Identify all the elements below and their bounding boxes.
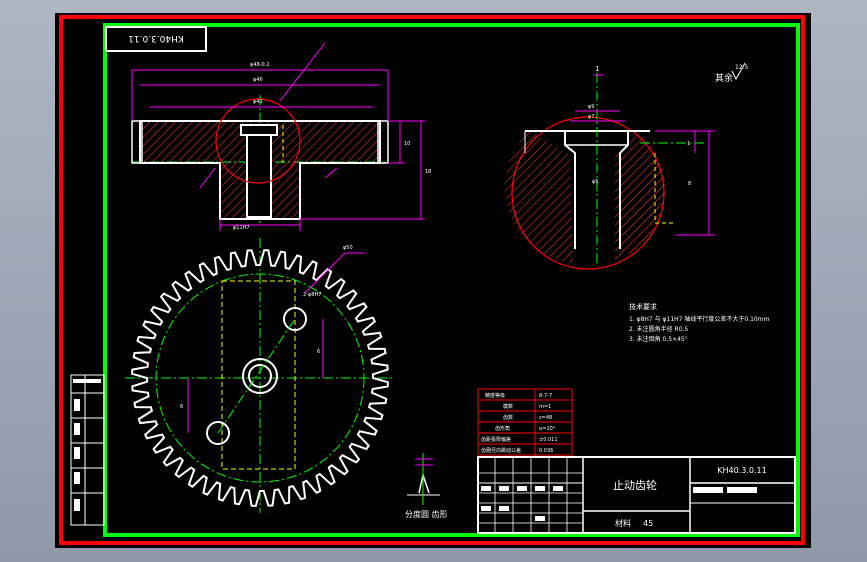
title-part-name: 止动齿轮	[613, 478, 657, 492]
outer-frame	[59, 15, 805, 545]
title-drawing-number: KH40.3.0.11	[717, 466, 766, 475]
section-marker-label: 1	[595, 65, 599, 73]
tech-requirements-title: 技术要求	[629, 302, 657, 311]
svg-text:2-φ8H7: 2-φ8H7	[303, 292, 321, 298]
tech-requirement-2: 2. 未注圆角半径 R0.5	[629, 325, 688, 333]
svg-text:φ41: φ41	[253, 99, 263, 105]
title-material-label: 材料	[615, 518, 631, 528]
svg-text:10: 10	[404, 141, 410, 147]
param-label-pitch-tol: 齿距极限偏差	[481, 436, 511, 443]
param-label-runout: 齿圈径向跳动公差	[481, 447, 521, 454]
svg-text:φ46: φ46	[253, 77, 263, 83]
param-value-runout: 0.036	[539, 448, 553, 454]
svg-text:φ9: φ9	[588, 104, 594, 110]
svg-text:6: 6	[180, 404, 183, 410]
param-label-precision: 精度等级	[485, 392, 505, 399]
title-block: 止动齿轮 KH40.3.0.11 材料 45	[477, 456, 796, 534]
param-label-module: 模数	[503, 403, 513, 410]
svg-text:φ5: φ5	[592, 179, 598, 185]
inner-frame	[103, 23, 800, 537]
param-value-module: m=1	[539, 404, 551, 410]
svg-text:φ7: φ7	[588, 114, 594, 120]
param-value-pitch-tol: ±0.011	[539, 437, 558, 443]
param-value-angle: α=20°	[539, 426, 556, 432]
param-value-precision: 8-7-7	[539, 393, 552, 399]
cad-drawing: KH40.3.0.11 φ48-0.2 φ46 φ41 φ11H7 10 18 …	[59, 15, 805, 545]
svg-text:1: 1	[687, 141, 690, 147]
svg-text:φ48-0.2: φ48-0.2	[250, 62, 269, 68]
svg-text:18: 18	[425, 169, 431, 175]
drawing-number-box-text: KH40.3.0.11	[128, 33, 184, 43]
roughness-other-label: 其余	[715, 72, 733, 84]
param-label-angle: 齿形角	[495, 425, 510, 432]
technical-requirements: 技术要求 1. φ8H7 与 φ11H7 轴线平行度公差不大于0.10mm 2.…	[629, 302, 770, 343]
svg-text:φ11H7: φ11H7	[233, 225, 250, 231]
roughness-value: 12.5	[735, 64, 749, 71]
tech-requirement-1: 1. φ8H7 与 φ11H7 轴线平行度公差不大于0.10mm	[629, 315, 770, 323]
svg-text:6: 6	[317, 349, 320, 355]
drawing-sheet: KH40.3.0.11 φ48-0.2 φ46 φ41 φ11H7 10 18 …	[55, 13, 811, 548]
tooth-profile-label: 分度圆 齿形	[405, 509, 448, 519]
param-label-teeth: 齿数	[503, 414, 513, 421]
detail-view: 1 φ9 φ7 φ5 1 8	[504, 65, 715, 270]
tooth-profile-detail: 分度圆 齿形	[405, 453, 448, 519]
tech-requirement-3: 3. 未注倒角 0.5×45°	[629, 335, 688, 343]
param-value-teeth: z=48	[539, 415, 552, 421]
title-material-value: 45	[643, 519, 653, 528]
svg-text:φ50: φ50	[343, 245, 353, 251]
svg-text:8: 8	[688, 181, 691, 187]
section-view: φ48-0.2 φ46 φ41 φ11H7 10 18	[131, 42, 431, 231]
gear-parameter-table: 精度等级 8-7-7 模数 m=1 齿数 z=48 齿形角 α=20° 齿距极限…	[477, 388, 573, 456]
gear-front-view: 6 6 2-φ8H7 φ50	[125, 238, 395, 513]
